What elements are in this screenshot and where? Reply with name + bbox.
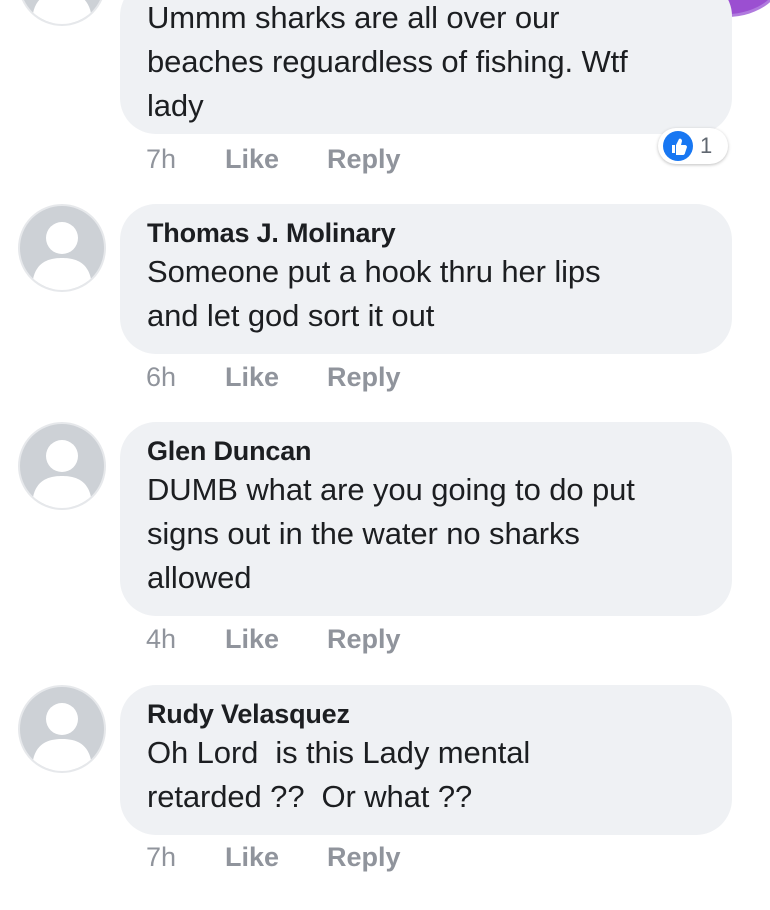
comment-bubble: Ummm sharks are all over our beaches reg… — [120, 0, 732, 134]
comment-author[interactable]: Rudy Velasquez — [147, 697, 706, 731]
comment-author[interactable]: Glen Duncan — [147, 434, 706, 468]
like-button[interactable]: Like — [225, 141, 279, 177]
comment-timestamp: 4h — [146, 624, 177, 654]
comment-text: Oh Lord is this Lady mental retarded ?? … — [147, 735, 531, 814]
comment-timestamp: 7h — [146, 842, 177, 872]
like-button[interactable]: Like — [225, 359, 279, 395]
comment-timestamp: 6h — [146, 362, 177, 392]
comment-timestamp: 7h — [146, 144, 177, 174]
reaction-summary[interactable]: 1 — [658, 128, 728, 164]
comment-author[interactable]: Thomas J. Molinary — [147, 216, 706, 250]
avatar[interactable] — [18, 685, 106, 773]
default-profile-icon — [32, 0, 92, 24]
thumbs-up-icon — [663, 131, 693, 161]
comment-bubble: Thomas J. Molinary Someone put a hook th… — [120, 204, 732, 354]
comment-text: Ummm sharks are all over our beaches reg… — [147, 0, 628, 123]
reply-button[interactable]: Reply — [327, 621, 401, 657]
default-profile-icon — [32, 440, 92, 508]
like-button[interactable]: Like — [225, 621, 279, 657]
like-button[interactable]: Like — [225, 839, 279, 875]
default-profile-icon — [32, 222, 92, 290]
reply-button[interactable]: Reply — [327, 359, 401, 395]
comment-text: Someone put a hook thru her lips and let… — [147, 254, 601, 333]
avatar[interactable] — [18, 0, 106, 26]
comment-text: DUMB what are you going to do put signs … — [147, 472, 635, 595]
avatar[interactable] — [18, 204, 106, 292]
comment-bubble: Rudy Velasquez Oh Lord is this Lady ment… — [120, 685, 732, 835]
avatar[interactable] — [18, 422, 106, 510]
default-profile-icon — [32, 703, 92, 771]
reply-button[interactable]: Reply — [327, 141, 401, 177]
comment-bubble: Glen Duncan DUMB what are you going to d… — [120, 422, 732, 616]
reply-button[interactable]: Reply — [327, 839, 401, 875]
reaction-count: 1 — [700, 133, 713, 158]
